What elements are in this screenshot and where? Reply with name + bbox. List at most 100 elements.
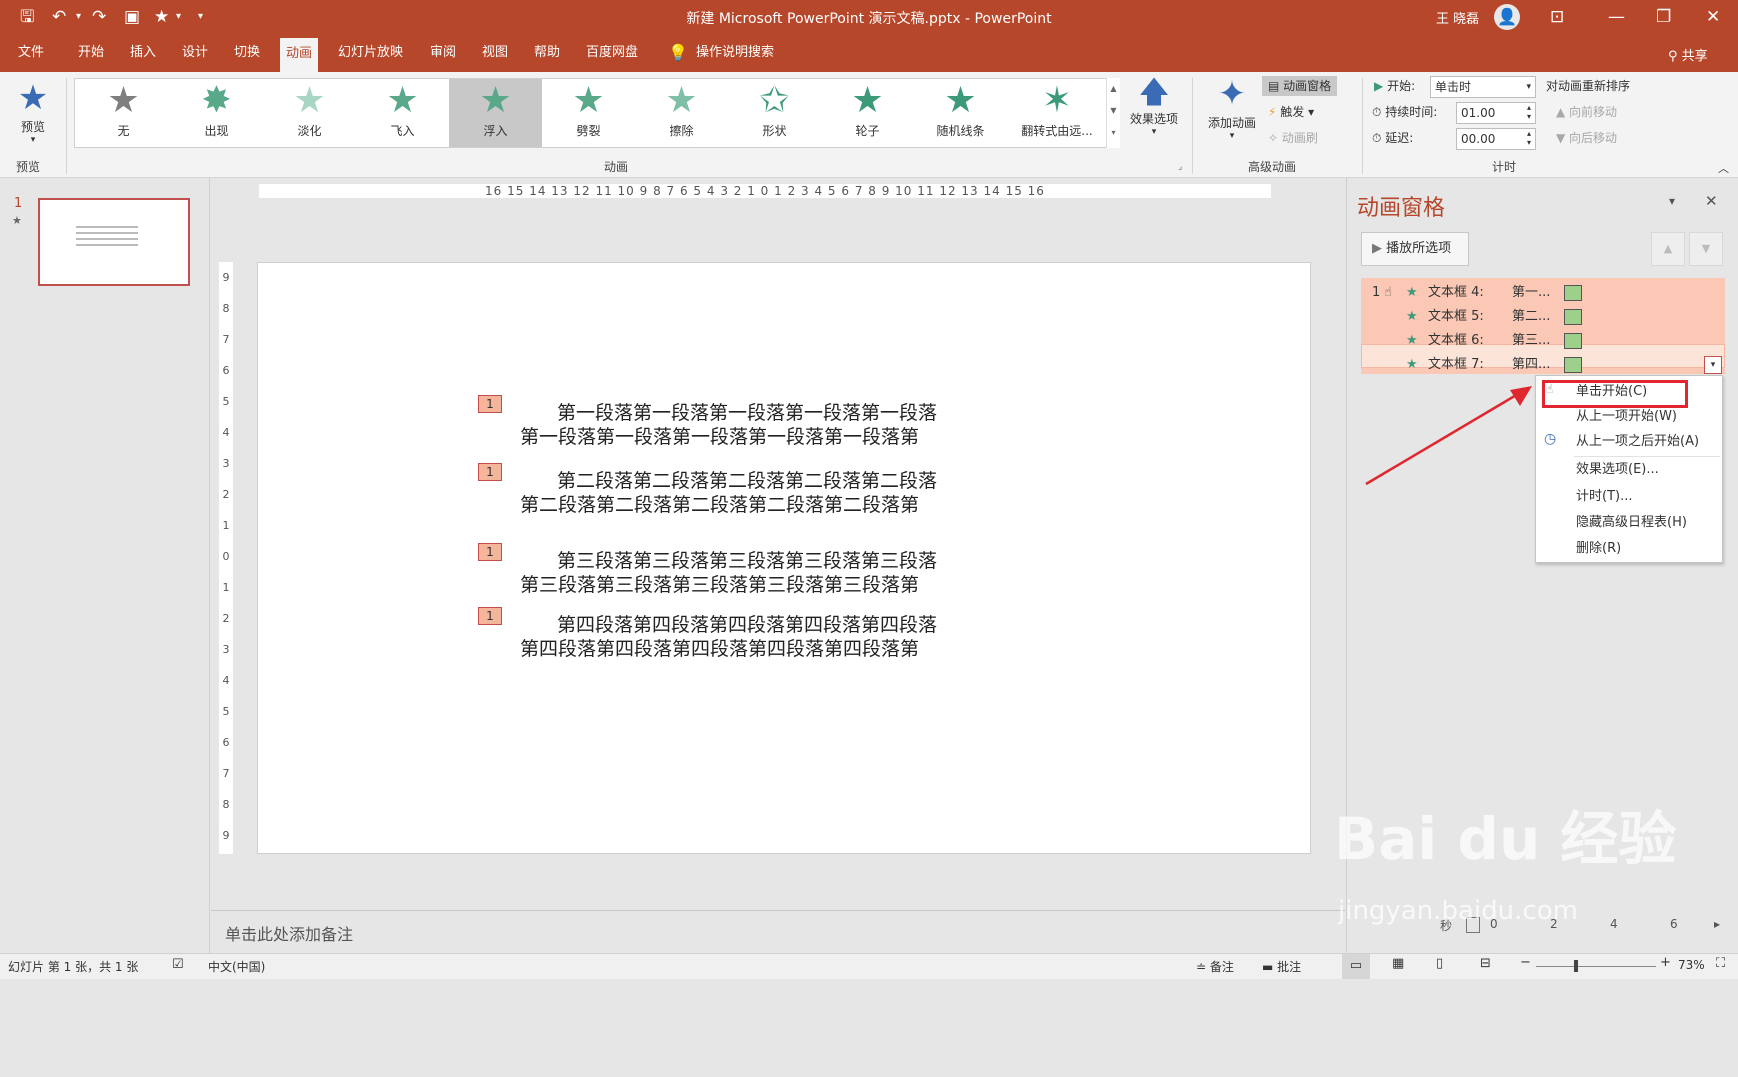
trigger-button[interactable]: ⚡ 触发 ▾ bbox=[1268, 102, 1314, 122]
add-animation-dropdown-icon: ▾ bbox=[1229, 131, 1235, 141]
anim-wipe[interactable]: ★ 擦除 bbox=[635, 79, 728, 147]
wipe-star-icon: ★ bbox=[665, 80, 698, 121]
notes-area[interactable]: 单击此处添加备注 bbox=[211, 910, 1345, 953]
animation-item-3[interactable]: ★ 文本框 6: 第三... bbox=[1360, 329, 1724, 353]
menu-on-click[interactable]: 单击开始(C) bbox=[1576, 380, 1647, 404]
anim-appear[interactable]: ✸ 出现 bbox=[170, 79, 263, 147]
close-icon[interactable]: ✕ bbox=[1706, 6, 1720, 28]
animation-tag[interactable]: 1 bbox=[478, 607, 502, 625]
animation-tag[interactable]: 1 bbox=[478, 463, 502, 481]
anim-float-in[interactable]: ★ 浮入 bbox=[449, 79, 542, 147]
anim-fly-in[interactable]: ★ 飞入 bbox=[356, 79, 449, 147]
anim-none[interactable]: ★ 无 bbox=[77, 79, 170, 147]
zoom-level[interactable]: 73% bbox=[1678, 958, 1705, 972]
avatar[interactable]: 👤 bbox=[1494, 4, 1520, 30]
restore-icon[interactable]: ❐ bbox=[1656, 6, 1671, 28]
tab-design[interactable]: 设计 bbox=[176, 34, 214, 72]
add-animation-button[interactable]: ✦ 添加动画 ▾ bbox=[1200, 74, 1264, 141]
zoom-out-icon[interactable]: − bbox=[1520, 955, 1531, 970]
spinner-icon[interactable]: ▴ ▾ bbox=[1527, 103, 1531, 121]
effect-options-button[interactable]: 🡅 效果选项 ▾ bbox=[1124, 76, 1184, 138]
notes-button[interactable]: ≐ 备注 bbox=[1196, 958, 1234, 975]
ribbon-display-icon[interactable]: ⊡ bbox=[1550, 6, 1564, 28]
animation-pane-button[interactable]: ▤ 动画窗格 bbox=[1262, 76, 1338, 96]
move-down-button[interactable]: ▼ bbox=[1689, 232, 1723, 266]
zoom-slider-thumb[interactable] bbox=[1574, 960, 1578, 972]
anim-grow-turn[interactable]: ✶ 翻转式由远... bbox=[1007, 79, 1107, 147]
slide-sorter-icon[interactable]: ▦ bbox=[1392, 956, 1404, 971]
spinner-icon[interactable]: ▴ ▾ bbox=[1527, 129, 1531, 147]
comments-button[interactable]: ▬ 批注 bbox=[1262, 958, 1301, 975]
item-dropdown-button[interactable]: ▾ bbox=[1704, 356, 1722, 374]
start-select[interactable]: 单击时 ▾ bbox=[1430, 76, 1536, 98]
delay-input[interactable]: 00.00 ▴ ▾ bbox=[1456, 128, 1536, 150]
fit-to-window-icon[interactable]: ⛶ bbox=[1716, 956, 1725, 971]
preview-button[interactable]: ★ 预览 ▾ bbox=[8, 78, 58, 145]
tab-slideshow[interactable]: 幻灯片放映 bbox=[332, 34, 409, 72]
animation-tag[interactable]: 1 bbox=[478, 395, 502, 413]
anim-fade[interactable]: ★ 淡化 bbox=[263, 79, 356, 147]
anim-shape[interactable]: ✩ 形状 bbox=[728, 79, 821, 147]
zoom-slider[interactable] bbox=[1536, 966, 1656, 967]
collapse-ribbon-icon[interactable]: ︿ bbox=[1718, 160, 1729, 176]
menu-delete[interactable]: 删除(R) bbox=[1576, 537, 1621, 561]
dialog-launcher-icon[interactable]: ⌟ bbox=[1178, 162, 1182, 172]
item-text: 第一... bbox=[1512, 285, 1551, 300]
move-up-button[interactable]: ▲ bbox=[1651, 232, 1685, 266]
item-name: 文本框 6: bbox=[1428, 333, 1484, 348]
animation-item-1[interactable]: 1 ☝ ★ 文本框 4: 第一... bbox=[1360, 281, 1724, 305]
menu-effect-options[interactable]: 效果选项(E)... bbox=[1576, 458, 1659, 482]
tab-transitions[interactable]: 切换 bbox=[228, 34, 266, 72]
slideshow-view-icon[interactable]: ⊟ bbox=[1480, 956, 1491, 971]
gallery-scroll[interactable]: ▲ ▼ ▾ bbox=[1106, 78, 1120, 148]
minimize-icon[interactable]: — bbox=[1608, 6, 1625, 28]
gallery-more-icon[interactable]: ▾ bbox=[1107, 122, 1120, 144]
tell-me-search[interactable]: 操作说明搜索 bbox=[690, 34, 780, 72]
reading-view-icon[interactable]: ▯ bbox=[1436, 956, 1443, 971]
tab-animations[interactable]: 动画 bbox=[280, 38, 319, 72]
anim-random-bars[interactable]: ★ 随机线条 bbox=[914, 79, 1007, 147]
scroll-up-icon[interactable]: ▲ bbox=[1107, 78, 1120, 100]
tab-help[interactable]: 帮助 bbox=[528, 34, 566, 72]
animation-painter-button[interactable]: ✧ 动画刷 bbox=[1268, 128, 1318, 148]
paragraph-line: 第三段落第三段落第三段落第三段落第三段落第 bbox=[520, 574, 920, 596]
menu-hide-timeline[interactable]: 隐藏高级日程表(H) bbox=[1576, 511, 1687, 535]
slide-info[interactable]: 幻灯片 第 1 张，共 1 张 bbox=[8, 958, 138, 975]
animation-tag[interactable]: 1 bbox=[478, 543, 502, 561]
share-button[interactable]: ⚲ 共享 bbox=[1668, 45, 1708, 64]
tab-home[interactable]: 开始 bbox=[72, 34, 110, 72]
spellcheck-icon[interactable]: ☑ bbox=[172, 957, 184, 972]
paragraph-2[interactable]: 第二段落第二段落第二段落第二段落第二段落 第二段落第二段落第二段落第二段落第二段… bbox=[520, 469, 980, 517]
menu-timing[interactable]: 计时(T)... bbox=[1576, 485, 1632, 509]
watermark-brand: Bai du 经验 bbox=[1334, 805, 1677, 873]
anim-wheel[interactable]: ★ 轮子 bbox=[821, 79, 914, 147]
animation-item-4[interactable]: ★ 文本框 7: 第四... ▾ bbox=[1360, 353, 1724, 377]
user-name[interactable]: 王 晓磊 bbox=[1436, 8, 1479, 27]
move-earlier-button[interactable]: ▲ 向前移动 bbox=[1556, 102, 1617, 122]
paragraph-4[interactable]: 第四段落第四段落第四段落第四段落第四段落 第四段落第四段落第四段落第四段落第四段… bbox=[520, 613, 980, 661]
paragraph-1[interactable]: 第一段落第一段落第一段落第一段落第一段落 第一段落第一段落第一段落第一段落第一段… bbox=[520, 401, 980, 449]
animation-item-2[interactable]: ★ 文本框 5: 第二... bbox=[1360, 305, 1724, 329]
normal-view-icon[interactable]: ▭ bbox=[1342, 954, 1370, 979]
zoom-in-icon[interactable]: + bbox=[1660, 955, 1671, 970]
slide-thumbnail-1[interactable] bbox=[38, 198, 190, 286]
paragraph-3[interactable]: 第三段落第三段落第三段落第三段落第三段落 第三段落第三段落第三段落第三段落第三段… bbox=[520, 549, 980, 597]
pane-close-icon[interactable]: ✕ bbox=[1705, 192, 1718, 210]
play-selected-button[interactable]: ▶ 播放所选项 bbox=[1361, 232, 1469, 266]
tab-view[interactable]: 视图 bbox=[476, 34, 514, 72]
scroll-down-icon[interactable]: ▼ bbox=[1107, 100, 1120, 122]
menu-after-previous[interactable]: 从上一项之后开始(A) bbox=[1576, 430, 1699, 454]
tab-review[interactable]: 审阅 bbox=[424, 34, 462, 72]
menu-with-previous[interactable]: 从上一项开始(W) bbox=[1576, 405, 1677, 429]
timeline-right-icon[interactable]: ▸ bbox=[1714, 917, 1720, 931]
move-later-button[interactable]: ▼ 向后移动 bbox=[1556, 128, 1617, 148]
tab-baidu-netdisk[interactable]: 百度网盘 bbox=[580, 34, 644, 72]
tab-file[interactable]: 文件 bbox=[12, 34, 50, 72]
item-number: 1 bbox=[1372, 285, 1381, 300]
slide-canvas[interactable]: 1 第一段落第一段落第一段落第一段落第一段落 第一段落第一段落第一段落第一段落第… bbox=[257, 262, 1311, 854]
language[interactable]: 中文(中国) bbox=[208, 958, 265, 975]
anim-split[interactable]: ★ 劈裂 bbox=[542, 79, 635, 147]
duration-input[interactable]: 01.00 ▴ ▾ bbox=[1456, 102, 1536, 124]
pane-options-icon[interactable]: ▾ bbox=[1669, 194, 1675, 208]
tab-insert[interactable]: 插入 bbox=[124, 34, 162, 72]
